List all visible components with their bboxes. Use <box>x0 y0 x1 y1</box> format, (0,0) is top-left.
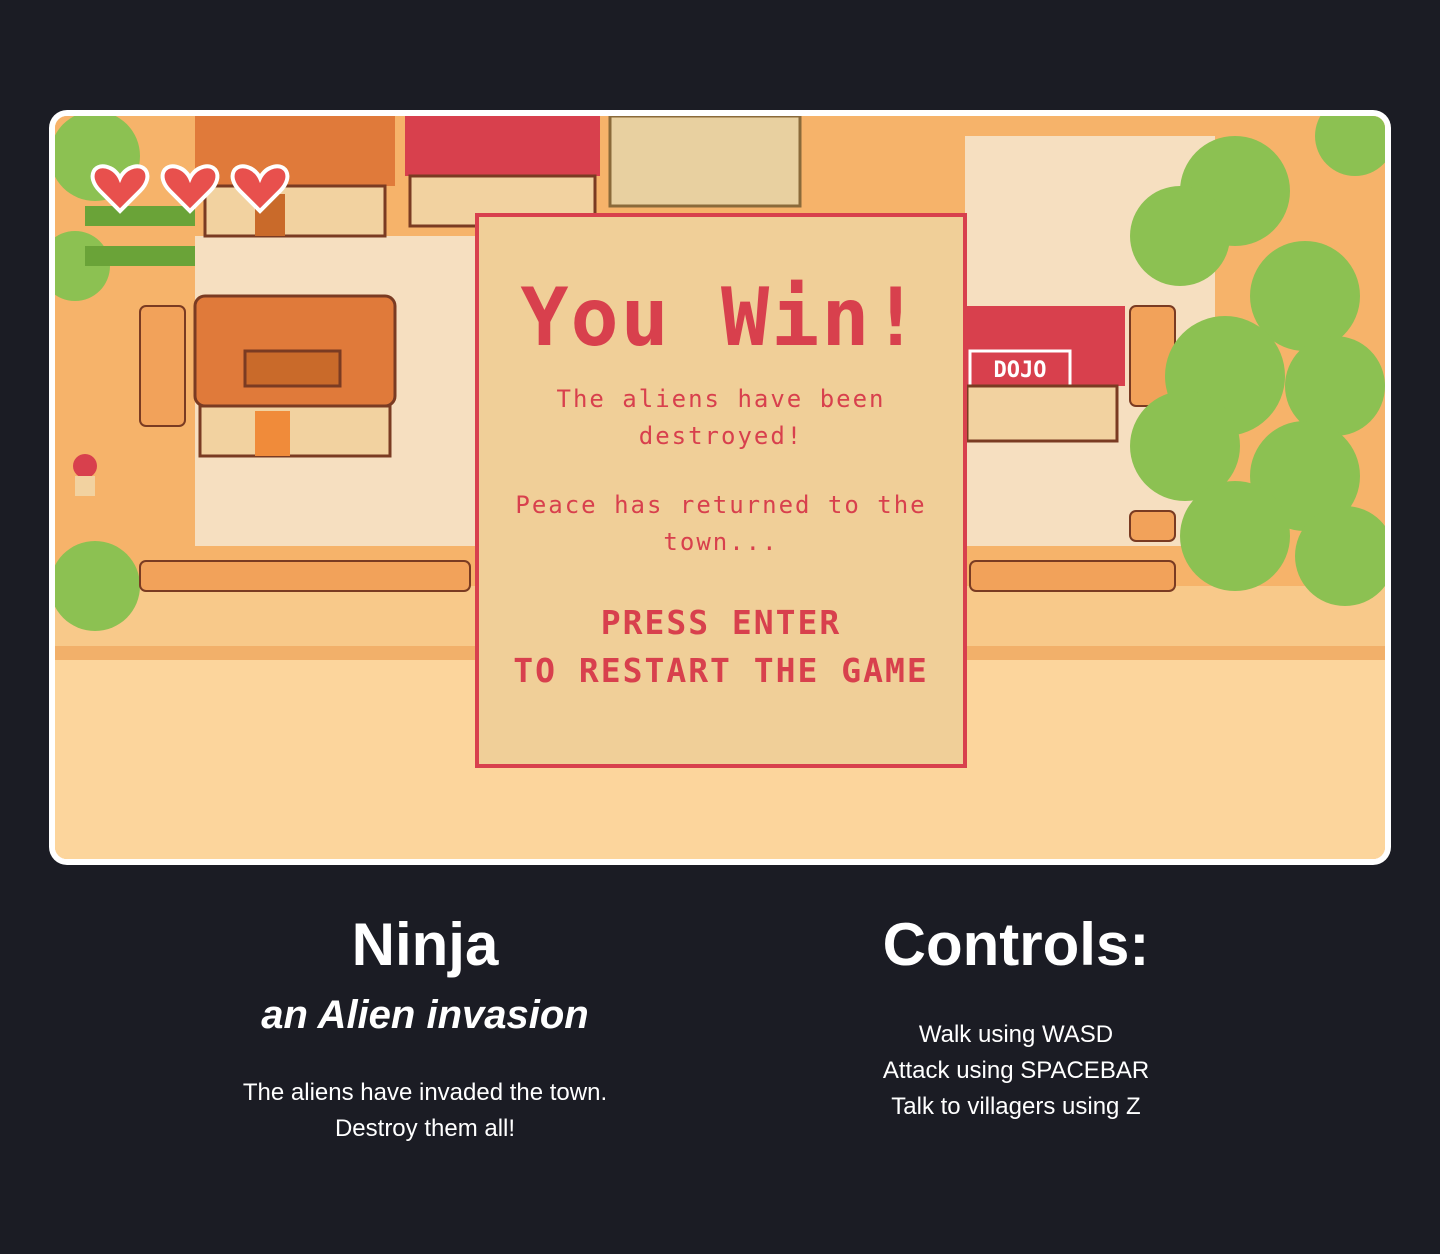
game-info: Ninja an Alien invasion The aliens have … <box>140 905 710 1147</box>
game-subtitle: an Alien invasion <box>261 993 589 1037</box>
description-line: The aliens have invaded the town. <box>242 1079 608 1106</box>
control-item: Attack using SPACEBAR <box>882 1057 1150 1084</box>
controls-list: Walk using WASD Attack using SPACEBAR Ta… <box>760 1017 1272 1125</box>
win-dialog: You Win! The aliens have been destroyed!… <box>475 213 967 768</box>
house-top-left <box>195 116 395 238</box>
game-frame: DOJO You Win! The aliens have been destr… <box>49 110 1391 865</box>
controls-panel: Controls: Walk using WASD Attack using S… <box>760 905 1272 1125</box>
house-top-middle <box>608 116 802 208</box>
win-message-line: Peace has returned to the town... <box>515 491 927 556</box>
house-top-center <box>405 116 600 228</box>
game-description: The aliens have invaded the town. Destro… <box>140 1075 710 1147</box>
restart-prompt-line: TO RESTART THE GAME <box>513 651 929 690</box>
game-title: Ninja <box>351 911 499 978</box>
dojo-sign: DOJO <box>994 358 1047 383</box>
dojo: DOJO <box>965 306 1125 443</box>
restart-prompt-line: PRESS ENTER <box>600 603 842 642</box>
game-canvas[interactable]: DOJO You Win! The aliens have been destr… <box>55 116 1385 859</box>
description-line: Destroy them all! <box>334 1115 516 1142</box>
win-message-line: The aliens have been destroyed! <box>556 385 886 450</box>
win-title: You Win! <box>520 271 922 364</box>
control-item: Talk to villagers using Z <box>891 1093 1141 1120</box>
restart-prompt: PRESS ENTER TO RESTART THE GAME <box>479 599 963 695</box>
controls-title: Controls: <box>882 911 1150 978</box>
control-item: Walk using WASD <box>918 1021 1114 1048</box>
weapon-shop <box>193 294 397 458</box>
